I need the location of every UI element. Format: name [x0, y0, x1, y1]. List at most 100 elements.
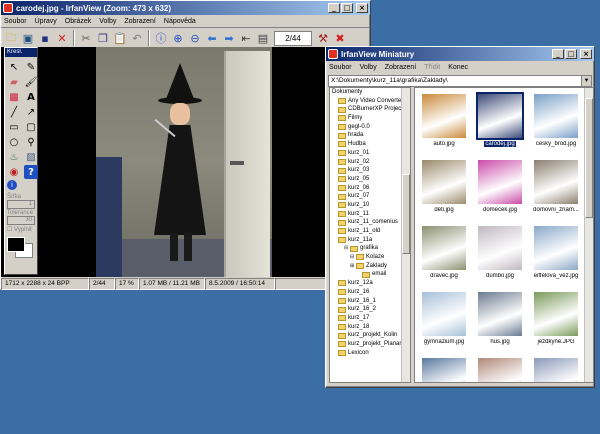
cut-icon[interactable]: ✂ — [78, 30, 94, 46]
open-folder-icon[interactable]: 🗀 — [3, 30, 19, 46]
tolerance-field[interactable]: 30 — [7, 216, 35, 225]
menu-napoveda[interactable]: Nápověda — [164, 18, 196, 25]
thumbnail-item[interactable]: auto.jpg — [417, 90, 471, 156]
tree-item[interactable]: kurz_10 — [330, 201, 410, 210]
tree-item[interactable]: kurz_18 — [330, 323, 410, 332]
save-icon[interactable]: ▪ — [37, 30, 53, 46]
page-icon[interactable]: ▤ — [255, 30, 271, 46]
tree-item[interactable]: kurz_01 — [330, 149, 410, 158]
palette-title[interactable]: Kresl. — [5, 48, 37, 57]
help-icon[interactable]: ? — [24, 165, 38, 179]
red-eye-icon[interactable]: ◉ — [7, 165, 21, 179]
tree-item[interactable]: kurz_16 — [330, 288, 410, 297]
image-canvas[interactable] — [1, 47, 370, 277]
thumbnail-item[interactable]: eiffelova_vez.jpg — [529, 222, 583, 288]
thumbnail-item[interactable]: dumbo.jpg — [473, 222, 527, 288]
color-replace-icon[interactable]: ▨ — [24, 150, 38, 164]
paste-icon[interactable]: 📋 — [112, 30, 128, 46]
thumbnail-item[interactable]: jezdkyne.JPG — [529, 288, 583, 354]
text-tool-icon[interactable]: A — [24, 90, 38, 104]
thumbs-menu-konec[interactable]: Konec — [448, 64, 468, 71]
maximize-button[interactable]: □ — [341, 3, 353, 13]
exit-icon[interactable]: ✖ — [332, 30, 348, 46]
tree-item[interactable]: kurz_17 — [330, 314, 410, 323]
thumbnail-item[interactable]: carodej.jpg — [473, 90, 527, 156]
copy-icon[interactable]: ❐ — [95, 30, 111, 46]
tree-item[interactable]: kurz_11_old — [330, 227, 410, 236]
tree-item[interactable]: kurz_05 — [330, 175, 410, 184]
tree-item[interactable]: kurz_06 — [330, 184, 410, 193]
slideshow-icon[interactable]: ▣ — [20, 30, 36, 46]
fill-checkbox[interactable]: ☐ Vyplnit — [5, 226, 37, 233]
main-title-bar[interactable]: carodej.jpg - IrfanView (Zoom: 473 x 632… — [1, 1, 370, 15]
tree-item[interactable]: kurz_12a — [330, 279, 410, 288]
menu-volby[interactable]: Volby — [99, 18, 116, 25]
thumbs-menu-volby[interactable]: Volby — [360, 64, 377, 71]
thumbs-minimize-button[interactable]: _ — [552, 49, 564, 59]
foreground-color-swatch[interactable] — [7, 237, 25, 252]
tree-item[interactable]: kurz_11 — [330, 210, 410, 219]
brush-icon[interactable]: 🖌 — [24, 75, 38, 89]
thumbnail-item[interactable]: hus.jpg — [473, 288, 527, 354]
clone-icon[interactable]: ▩ — [7, 90, 21, 104]
tree-item[interactable]: ⊟ grafika — [330, 244, 410, 253]
thumbs-title-bar[interactable]: IrfanView Miniatury _ □ × — [326, 47, 594, 61]
tree-item[interactable]: CDBurnerXP Projects — [330, 105, 410, 114]
about-icon[interactable]: i — [7, 180, 17, 190]
grid-scrollbar[interactable] — [584, 88, 593, 382]
circle-icon[interactable]: ○ — [7, 135, 21, 149]
chevron-down-icon[interactable]: ▼ — [581, 76, 591, 86]
tree-item[interactable]: hrada — [330, 131, 410, 140]
zoom-out-icon[interactable]: ⊖ — [187, 30, 203, 46]
next-icon[interactable]: ➡ — [221, 30, 237, 46]
tree-scrollbar[interactable] — [401, 88, 410, 382]
thumbnails-icon[interactable]: ⚒ — [315, 30, 331, 46]
thumbnail-item[interactable]: domecek.jpg — [473, 156, 527, 222]
thumbs-menu-tridit[interactable]: Třídit — [424, 64, 440, 71]
eyedropper-icon[interactable]: ⚲ — [24, 135, 38, 149]
tree-item[interactable]: email — [330, 270, 410, 279]
width-field[interactable]: 1 — [7, 200, 35, 209]
tree-item[interactable]: kurz_16_2 — [330, 305, 410, 314]
undo-icon[interactable]: ↶ — [129, 30, 145, 46]
thumbs-maximize-button[interactable]: □ — [565, 49, 577, 59]
minimize-button[interactable]: _ — [328, 3, 340, 13]
color-swatches[interactable] — [7, 237, 35, 259]
tree-item[interactable]: kurz_07 — [330, 192, 410, 201]
tree-item[interactable]: kurz_11a — [330, 236, 410, 245]
rounded-rect-icon[interactable]: ▢ — [24, 120, 38, 134]
thumbnail-item[interactable] — [417, 354, 471, 382]
tree-item[interactable]: kurz_11_comenius — [330, 218, 410, 227]
thumbnail-item[interactable]: deti.jpg — [417, 156, 471, 222]
zoom-in-icon[interactable]: ⊕ — [170, 30, 186, 46]
thumbs-menu-soubor[interactable]: Soubor — [329, 64, 352, 71]
tree-item[interactable]: kurz_03 — [330, 166, 410, 175]
thumbs-close-button[interactable]: × — [580, 49, 592, 59]
tree-item[interactable]: ⊟ Kolaze — [330, 253, 410, 262]
first-page-icon[interactable]: ⇤ — [238, 30, 254, 46]
eraser-icon[interactable]: ▰ — [7, 75, 21, 89]
tree-item[interactable]: Filmy — [330, 114, 410, 123]
tree-item[interactable]: kurz_projekt_Planany — [330, 340, 410, 349]
tree-item[interactable]: kurz_projekt_Kolin — [330, 331, 410, 340]
thumbnail-item[interactable]: cesky_brod.jpg — [529, 90, 583, 156]
menu-zobrazeni[interactable]: Zobrazení — [124, 18, 156, 25]
tree-item[interactable]: Lexicon — [330, 349, 410, 358]
delete-icon[interactable]: ✕ — [54, 30, 70, 46]
close-button[interactable]: × — [356, 3, 368, 13]
thumbnail-item[interactable] — [529, 354, 583, 382]
menu-upravy[interactable]: Úpravy — [35, 18, 57, 25]
thumbnail-item[interactable]: gymnazium.jpg — [417, 288, 471, 354]
tree-item[interactable]: kurz_02 — [330, 158, 410, 167]
tree-item[interactable]: ⊞ Zaklady — [330, 262, 410, 271]
info-icon[interactable]: ⓘ — [153, 30, 169, 46]
tree-item[interactable]: Dokumenty — [330, 88, 410, 97]
path-combobox[interactable]: X:\Dokumenty\kurz_11a\grafika\Zaklady\ ▼ — [328, 75, 592, 87]
tree-item[interactable]: Any Video Converter — [330, 97, 410, 106]
tree-item[interactable]: gegl-0.0 — [330, 123, 410, 132]
thumbnail-item[interactable]: domovni_znam... — [529, 156, 583, 222]
pencil-icon[interactable]: ✎ — [24, 60, 38, 74]
thumbnail-grid[interactable]: auto.jpg carodej.jpg cesky_brod.jpg deti.jp… — [414, 87, 594, 383]
rectangle-icon[interactable]: ▭ — [7, 120, 21, 134]
tree-item[interactable]: Hudba — [330, 140, 410, 149]
